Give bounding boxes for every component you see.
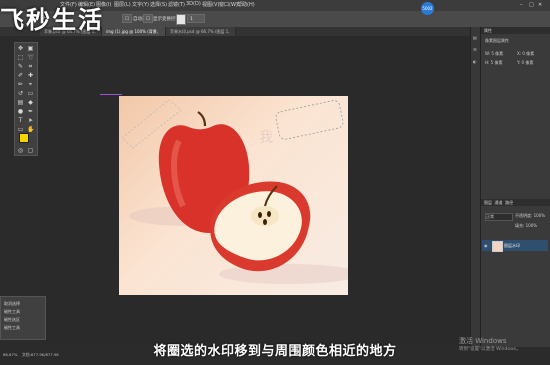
properties-panel-icon[interactable]: ☰ — [473, 47, 477, 52]
eyedropper-tool[interactable]: ✐ — [17, 72, 24, 79]
history-item[interactable]: 磁性工具 — [4, 325, 20, 331]
healing-tool[interactable]: ✚ — [27, 72, 34, 79]
history-item[interactable]: 磁性工具 — [4, 309, 20, 315]
toolbox: ✥ ▣ ⬚ ➰ ✎ ⌗ ✐ ✚ ✏ ⌖ ↺ ▭ ▤ ◆ ● ✒ T ➤ ▭ ✋ … — [14, 42, 38, 156]
blend-mode-select[interactable]: 正常 — [485, 213, 513, 221]
artboard-tool[interactable]: ▣ — [27, 45, 34, 52]
history-brush-tool[interactable]: ↺ — [17, 90, 24, 97]
crop-tool[interactable]: ⌗ — [27, 63, 34, 70]
path-select-tool[interactable]: ➤ — [27, 117, 34, 124]
align-icon[interactable] — [176, 14, 186, 25]
width-field[interactable]: W: 5 像素 — [485, 51, 503, 57]
properties-panel-header: 属性 — [481, 27, 550, 34]
history-panel-icon[interactable]: ▤ — [473, 35, 477, 40]
watermark-text: 我 — [259, 130, 273, 146]
pen-tool[interactable]: ✒ — [27, 108, 34, 115]
layers-panel-header: 图层 通道 路径 — [481, 199, 550, 206]
window-controls: – □ ✕ — [520, 2, 546, 8]
adjustments-panel-icon[interactable]: ◐ — [473, 59, 477, 64]
minimize-icon[interactable]: – — [520, 2, 523, 8]
tab-doc-2[interactable]: img (1).jpg @ 100% (背景, RGB/8) — [102, 27, 166, 43]
close-icon[interactable]: ✕ — [538, 2, 542, 8]
dodge-tool[interactable]: ● — [17, 108, 24, 115]
activate-windows-title: 激活 Windows — [459, 337, 507, 345]
value-field[interactable]: 1 — [187, 14, 205, 23]
tab-layers[interactable]: 图层 — [484, 200, 492, 205]
move-tool[interactable]: ✥ — [17, 45, 24, 52]
eye-icon[interactable]: ◉ — [484, 243, 488, 248]
stamp-tool[interactable]: ⌖ — [27, 81, 34, 88]
menu-select[interactable]: 选择(S) — [150, 1, 167, 8]
transform-controls-checkbox[interactable]: ☐ — [143, 14, 154, 23]
history-item[interactable]: 取消选择 — [4, 301, 20, 307]
status-badge[interactable]: 5002 — [421, 2, 434, 15]
layer-name[interactable]: 图层水印 — [504, 243, 520, 249]
layer-thumbnail — [492, 241, 503, 252]
apple-photo: 我 — [121, 99, 348, 284]
canvas[interactable]: 我 — [119, 96, 348, 295]
y-field[interactable]: Y: 0 像素 — [517, 60, 533, 66]
history-panel: 取消选择 磁性工具 磁性选区 磁性工具 — [0, 296, 46, 340]
brush-tool[interactable]: ✏ — [17, 81, 24, 88]
right-panels: 属性 像素图层属性 W: 5 像素 X: 0 像素 H: 5 像素 Y: 0 像… — [480, 27, 550, 347]
tab-paths[interactable]: 路径 — [505, 200, 513, 205]
hand-tool[interactable]: ✋ — [27, 126, 34, 133]
logo: 飞秒生活 — [0, 6, 104, 34]
eraser-tool[interactable]: ▭ — [27, 90, 34, 97]
foreground-color-swatch[interactable] — [19, 133, 29, 143]
screen-mode-icon[interactable]: ▢ — [27, 147, 34, 154]
maximize-icon[interactable]: □ — [529, 2, 534, 8]
activate-windows-sub: 转到"设置"以激活 Windows。 — [459, 347, 521, 352]
quick-mask-icon[interactable]: ◎ — [17, 147, 24, 154]
quick-select-tool[interactable]: ✎ — [17, 63, 24, 70]
menu-filter[interactable]: 滤镜(T) — [168, 1, 185, 8]
menu-window[interactable]: 窗口(W) — [219, 1, 238, 8]
fill-field[interactable]: 填充: 100% — [515, 223, 537, 229]
menu-view[interactable]: 视图(V) — [202, 1, 219, 8]
gradient-tool[interactable]: ▤ — [17, 99, 24, 106]
tab-channels[interactable]: 通道 — [495, 200, 503, 205]
history-item[interactable]: 磁性选区 — [4, 317, 20, 323]
shape-tool[interactable]: ▭ — [17, 126, 24, 133]
tab-doc-3[interactable]: 苹果水印.psd @ 66.7% (图层 1, RGB/8) * — [166, 27, 236, 43]
pixel-layer-props-title: 像素图层属性 — [485, 38, 509, 43]
opacity-field[interactable]: 不透明度: 100% — [515, 213, 545, 219]
menu-layer[interactable]: 图层(L) — [114, 1, 131, 8]
height-field[interactable]: H: 5 像素 — [485, 60, 502, 66]
auto-select-checkbox[interactable]: ☐ — [122, 14, 133, 23]
menu-type[interactable]: 文字(Y) — [132, 1, 149, 8]
blur-tool[interactable]: ◆ — [27, 99, 34, 106]
menu-3d[interactable]: 3D(D) — [186, 1, 201, 7]
x-field[interactable]: X: 0 像素 — [517, 51, 534, 57]
guide-line — [100, 94, 122, 95]
type-tool[interactable]: T — [17, 117, 24, 124]
layer-row[interactable]: ◉ 图层水印 — [482, 240, 548, 252]
marquee-tool[interactable]: ⬚ — [17, 54, 24, 61]
menu-help[interactable]: 帮助(H) — [237, 1, 255, 8]
lasso-tool[interactable]: ➰ — [27, 54, 34, 61]
